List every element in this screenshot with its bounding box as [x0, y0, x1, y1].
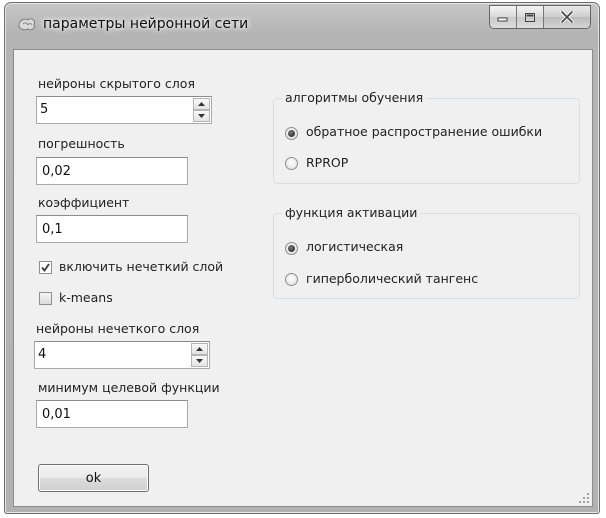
hidden-neurons-down-button[interactable]: [193, 110, 210, 122]
ok-button[interactable]: ok: [38, 464, 149, 492]
hidden-neurons-arrows: [193, 98, 210, 122]
spin-down-icon: [196, 359, 203, 363]
title-bar[interactable]: параметры нейронной сети: [5, 3, 599, 47]
app-icon: [18, 18, 35, 31]
minimize-icon: [497, 17, 508, 22]
client-area: нейроны скрытого слоя 5 погрешность коэф…: [13, 49, 593, 507]
radio-rprop-label: RPROP: [306, 155, 349, 170]
radio-logistic-button[interactable]: [285, 242, 298, 255]
kmeans-check-box[interactable]: [39, 292, 52, 305]
error-input[interactable]: [36, 157, 188, 185]
maximize-icon: [525, 12, 535, 22]
radio-backprop-label: обратное распространение ошибки: [306, 124, 543, 139]
activation-function-title: функция активации: [282, 205, 421, 220]
spin-up-icon: [198, 102, 205, 106]
activation-function-group: функция активации логистическая гипербол…: [273, 205, 580, 299]
radio-tanh-label: гиперболический тангенс: [306, 271, 479, 286]
coefficient-input[interactable]: [36, 215, 188, 243]
min-target-input[interactable]: [36, 400, 188, 428]
error-label: погрешность: [38, 136, 125, 151]
resize-grip-icon[interactable]: [578, 492, 590, 504]
radio-logistic-label: логистическая: [306, 239, 404, 254]
fuzzy-neurons-down-button[interactable]: [191, 355, 208, 367]
fuzzy-neurons-value: 4: [38, 347, 47, 362]
hidden-neurons-value: 5: [40, 102, 49, 117]
radio-backprop-button[interactable]: [285, 127, 298, 140]
fuzzy-layer-check-box[interactable]: [39, 261, 52, 274]
fuzzy-layer-label: включить нечеткий слой: [59, 259, 224, 274]
fuzzy-neurons-arrows: [191, 343, 208, 367]
hidden-neurons-label: нейроны скрытого слоя: [38, 76, 195, 91]
hidden-neurons-up-button[interactable]: [193, 98, 210, 110]
spin-up-icon: [196, 347, 203, 351]
check-icon: [41, 263, 50, 272]
fuzzy-neurons-label: нейроны нечеткого слоя: [36, 321, 200, 336]
close-icon: [560, 11, 574, 23]
maximize-button[interactable]: [517, 6, 544, 28]
training-algorithms-group: алгоритмы обучения обратное распростране…: [273, 90, 580, 184]
window-title: параметры нейронной сети: [43, 16, 249, 32]
fuzzy-neurons-up-button[interactable]: [191, 343, 208, 355]
coefficient-label: коэффициент: [38, 195, 130, 210]
radio-rprop-button[interactable]: [285, 157, 298, 170]
window-controls: [489, 5, 591, 29]
min-target-label: минимум целевой функции: [38, 380, 220, 395]
training-algorithms-title: алгоритмы обучения: [282, 90, 427, 105]
kmeans-label: k-means: [59, 290, 113, 305]
radio-tanh-button[interactable]: [285, 273, 298, 286]
dialog-window: параметры нейронной сети нейроны скрытог…: [4, 2, 600, 514]
fuzzy-neurons-stepper[interactable]: 4: [34, 341, 210, 369]
hidden-neurons-stepper[interactable]: 5: [36, 96, 212, 124]
spin-down-icon: [198, 114, 205, 118]
close-button[interactable]: [544, 6, 590, 28]
minimize-button[interactable]: [490, 6, 517, 28]
